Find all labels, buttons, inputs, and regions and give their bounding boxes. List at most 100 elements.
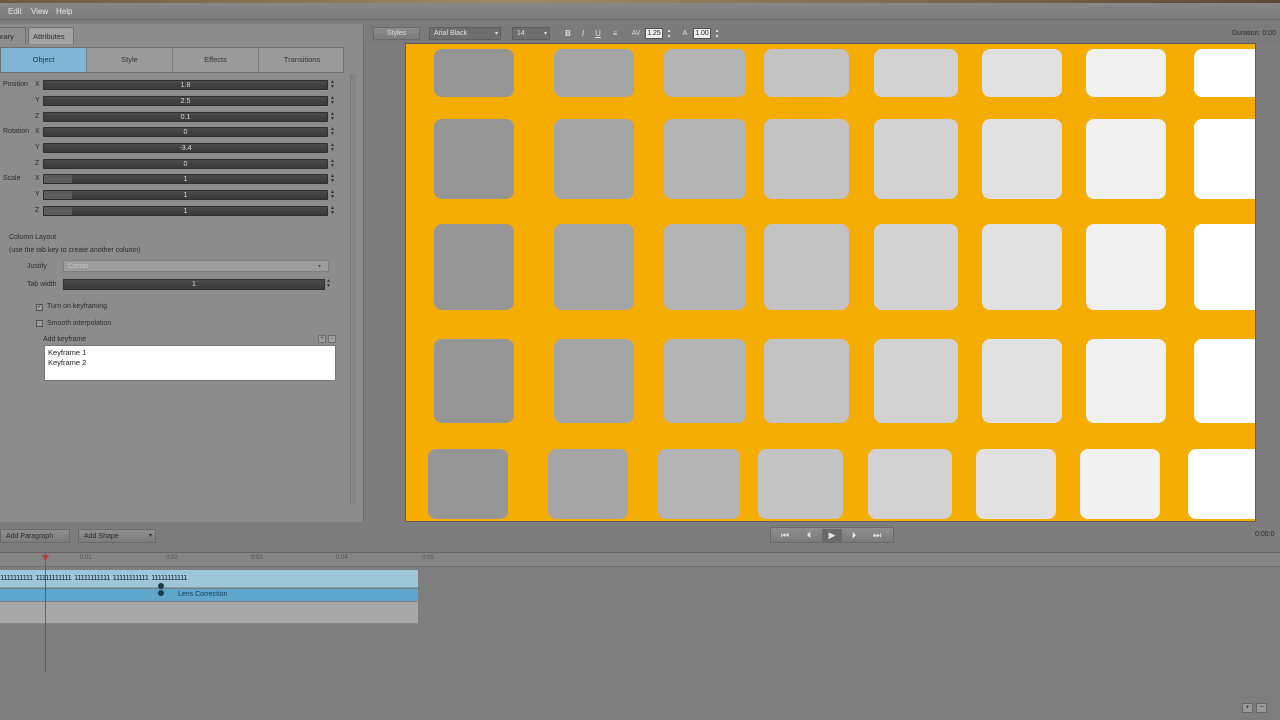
subtab-style[interactable]: Style <box>87 48 173 72</box>
timeline-ruler[interactable]: 0:01 0:02 0:03 0:04 0:05 <box>0 553 1280 567</box>
scale-z-spinner[interactable]: ▲ ▼ <box>330 206 335 216</box>
position-x-spinner[interactable]: ▲ ▼ <box>330 80 335 90</box>
list-item[interactable]: Keyframe 2 <box>48 358 86 367</box>
tab-width-slider[interactable]: 1 <box>63 279 325 290</box>
grid-tile <box>434 339 514 423</box>
position-x-axis: X <box>35 81 40 88</box>
list-item[interactable]: Keyframe 1 <box>48 348 86 357</box>
lens-grid-preview <box>428 49 1255 519</box>
current-time: 0:00:0 <box>1255 531 1275 538</box>
go-to-start-icon[interactable]: ⏮ <box>775 529 795 542</box>
chevron-down-icon: ▾ <box>318 264 322 270</box>
grid-tile <box>1194 339 1255 423</box>
menu-help[interactable]: Help <box>56 7 72 16</box>
underline-icon[interactable]: U <box>592 28 604 40</box>
subtab-object[interactable]: Object <box>1 48 87 72</box>
keyframe-dot[interactable] <box>158 590 164 596</box>
rotation-y-axis: Y <box>35 144 40 151</box>
grid-tile <box>1194 119 1255 199</box>
position-x-slider[interactable]: 1.8 <box>43 80 328 90</box>
position-y-slider[interactable]: 2.5 <box>43 96 328 106</box>
character-spacing-input[interactable]: 1.25 <box>645 28 663 39</box>
tab-width-spinner[interactable]: ▲ ▼ <box>326 279 331 289</box>
play-icon[interactable]: ▶ <box>822 529 842 542</box>
grid-tile <box>554 49 634 97</box>
grid-tile <box>664 339 746 423</box>
scale-z-slider[interactable]: 1 <box>43 206 328 216</box>
rotation-z-slider[interactable]: 0 <box>43 159 328 169</box>
tab-library[interactable]: Library <box>0 27 26 44</box>
scale-x-slider[interactable]: 1 <box>43 174 328 184</box>
subtab-effects[interactable]: Effects <box>173 48 259 72</box>
scale-y-spinner[interactable]: ▲ ▼ <box>330 190 335 200</box>
effect-track[interactable]: Lens Correction <box>0 583 418 601</box>
zoom-in-icon[interactable]: + <box>1242 703 1253 713</box>
position-z-slider[interactable]: 0.1 <box>43 112 328 122</box>
scale-label: Scale <box>3 175 21 182</box>
justify-label: Justify <box>27 263 47 270</box>
menu-bar: Edit View Help <box>0 0 1280 20</box>
position-z-axis: Z <box>35 113 40 120</box>
effect-label: Lens Correction <box>178 591 228 598</box>
zoom-out-icon[interactable]: − <box>1256 703 1267 713</box>
keyframe-dot[interactable] <box>158 583 164 589</box>
grid-tile <box>764 119 849 199</box>
italic-icon[interactable]: I <box>577 28 589 40</box>
add-shape-label: Add Shape <box>84 533 119 540</box>
align-icon[interactable]: ≡ <box>609 28 621 40</box>
keyframe-track[interactable]: 1111111111 11111111111 11111111111 11111… <box>0 570 418 588</box>
grid-tile <box>664 49 746 97</box>
rotation-x-slider[interactable]: 0 <box>43 127 328 137</box>
font-select[interactable]: Arial Black ▾ <box>429 27 501 40</box>
grid-tile <box>548 449 628 519</box>
grid-tile <box>554 339 634 423</box>
playback-controls: ⏮ ⏴ ▶ ⏵ ⏭ <box>770 527 894 543</box>
grid-tile <box>554 119 634 199</box>
grid-tile <box>1086 119 1166 199</box>
leading-spinner[interactable]: ▲ ▼ <box>711 28 723 40</box>
playhead[interactable] <box>45 553 46 673</box>
rotation-y-spinner[interactable]: ▲ ▼ <box>330 143 335 153</box>
column-layout-title: Column Layout <box>9 234 57 241</box>
timeline[interactable]: 0:01 0:02 0:03 0:04 0:05 1111111111 1111… <box>0 552 1280 720</box>
scale-y-axis: Y <box>35 191 40 198</box>
scale-x-spinner[interactable]: ▲ ▼ <box>330 174 335 184</box>
video-preview[interactable] <box>405 43 1256 522</box>
justify-dropdown[interactable]: Center ▾ <box>63 260 329 272</box>
step-forward-icon[interactable]: ⏵ <box>844 529 864 542</box>
rotation-y-slider[interactable]: -3.4 <box>43 143 328 153</box>
add-shape-button[interactable]: Add Shape ▾ <box>78 529 156 543</box>
scale-y-slider[interactable]: 1 <box>43 190 328 200</box>
rotation-x-spinner[interactable]: ▲ ▼ <box>330 127 335 137</box>
menu-view[interactable]: View <box>31 7 48 16</box>
chevron-down-icon: ▾ <box>543 31 547 37</box>
rotation-x-axis: X <box>35 128 40 135</box>
add-paragraph-button[interactable]: Add Paragraph <box>0 529 70 543</box>
empty-track[interactable] <box>0 602 418 624</box>
grid-tile <box>1086 49 1166 97</box>
step-back-icon[interactable]: ⏴ <box>799 529 819 542</box>
remove-keyframe-button[interactable]: - <box>328 335 336 343</box>
bold-icon[interactable]: B <box>562 28 574 40</box>
add-keyframe-button[interactable]: + <box>318 335 326 343</box>
spacing-spinner[interactable]: ▲ ▼ <box>663 28 675 40</box>
keyframing-checkbox[interactable]: ✓ <box>36 304 43 311</box>
smooth-interpolation-checkbox[interactable] <box>36 320 43 327</box>
grid-tile <box>764 224 849 310</box>
position-y-value: 2.5 <box>180 98 191 105</box>
styles-button[interactable]: Styles <box>373 27 420 40</box>
size-select[interactable]: 14 ▾ <box>512 27 550 40</box>
tab-attributes[interactable]: Attributes <box>28 27 74 44</box>
grid-tile <box>1194 224 1255 310</box>
rotation-z-spinner[interactable]: ▲ ▼ <box>330 159 335 169</box>
grid-tile <box>874 224 958 310</box>
position-y-spinner[interactable]: ▲ ▼ <box>330 96 335 106</box>
position-z-spinner[interactable]: ▲ ▼ <box>330 112 335 122</box>
subtab-transitions[interactable]: Transitions <box>259 48 345 72</box>
position-label: Position <box>3 81 28 88</box>
go-to-end-icon[interactable]: ⏭ <box>867 529 887 542</box>
line-spacing-input[interactable]: 1.00 <box>693 28 711 39</box>
menu-edit[interactable]: Edit <box>8 7 22 16</box>
scale-z-value: 1 <box>183 208 188 215</box>
panel-scrollbar[interactable] <box>350 74 356 504</box>
